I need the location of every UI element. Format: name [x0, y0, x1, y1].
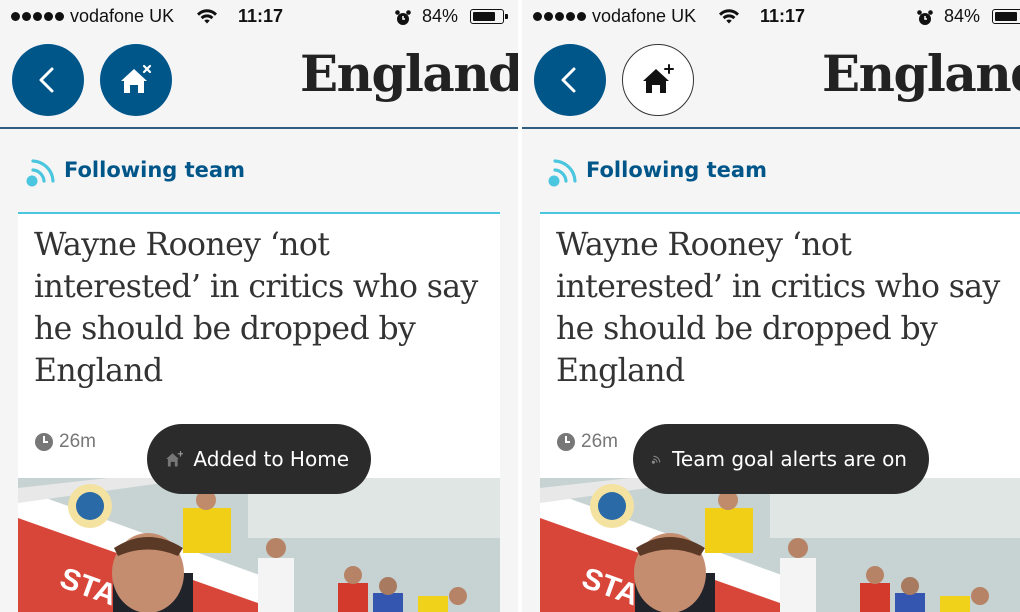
alarm-clock-icon	[395, 10, 411, 25]
article-timestamp: 26m	[34, 431, 96, 453]
crowd-photo-illustration: STA	[540, 478, 1020, 612]
page-header: England	[522, 34, 1020, 128]
battery-fill	[995, 12, 1017, 21]
chevron-left-icon	[561, 67, 576, 93]
time-ago-text: 26m	[581, 431, 618, 452]
added-to-home-toast: Added to Home	[147, 424, 371, 494]
carrier-name: vodafone UK	[70, 6, 175, 26]
remove-from-home-button[interactable]	[100, 44, 172, 116]
status-bar: vodafone UK 11:17 84%	[522, 0, 1020, 34]
clock-icon	[35, 433, 53, 451]
battery-icon	[470, 9, 508, 24]
clock-icon	[557, 433, 575, 451]
toast-message: Team goal alerts are on	[672, 447, 907, 471]
wifi-icon	[719, 9, 739, 24]
article-photo[interactable]: STA	[18, 478, 500, 612]
alarm-clock-icon	[917, 10, 933, 25]
article-headline[interactable]: Wayne Rooney ‘not interested’ in critics…	[556, 224, 1006, 392]
clock-time: 11:17	[238, 6, 284, 26]
battery-percentage: 84%	[422, 6, 459, 26]
header-divider	[522, 127, 1020, 129]
signal-strength-icon	[533, 12, 586, 21]
article-timestamp: 26m	[556, 431, 618, 453]
screen-right: vodafone UK 11:17 84% England Following …	[522, 0, 1020, 612]
goal-alerts-toast: Team goal alerts are on	[633, 424, 929, 494]
back-button[interactable]	[12, 44, 84, 116]
home-remove-icon	[121, 64, 152, 93]
page-title: England	[822, 44, 1020, 103]
following-team-label: Following team	[64, 158, 245, 182]
back-button[interactable]	[534, 44, 606, 116]
chevron-left-icon	[39, 67, 54, 93]
home-add-icon	[643, 64, 674, 93]
follow-team-toggle[interactable]: Following team	[546, 150, 767, 190]
battery-fill	[473, 12, 495, 21]
time-ago-text: 26m	[59, 431, 96, 452]
clock-time: 11:17	[760, 6, 806, 26]
wifi-icon	[197, 9, 217, 24]
page-header: England	[0, 34, 518, 128]
add-to-home-button[interactable]	[622, 44, 694, 116]
home-add-icon	[166, 450, 184, 467]
feed-icon	[651, 455, 661, 464]
toast-message: Added to Home	[193, 447, 349, 471]
screen-left: vodafone UK 11:17 84% England Following …	[0, 0, 518, 612]
header-divider	[0, 127, 518, 129]
article-headline[interactable]: Wayne Rooney ‘not interested’ in critics…	[34, 224, 484, 392]
signal-strength-icon	[11, 12, 64, 21]
feed-icon	[26, 159, 55, 187]
crowd-photo-illustration: STA	[18, 478, 500, 612]
battery-icon	[992, 9, 1020, 24]
feed-icon	[548, 159, 577, 187]
following-team-label: Following team	[586, 158, 767, 182]
follow-team-toggle[interactable]: Following team	[24, 150, 245, 190]
article-photo[interactable]: STA	[540, 478, 1020, 612]
carrier-name: vodafone UK	[592, 6, 697, 26]
page-title: England	[300, 44, 518, 103]
battery-percentage: 84%	[944, 6, 981, 26]
status-bar: vodafone UK 11:17 84%	[0, 0, 518, 34]
